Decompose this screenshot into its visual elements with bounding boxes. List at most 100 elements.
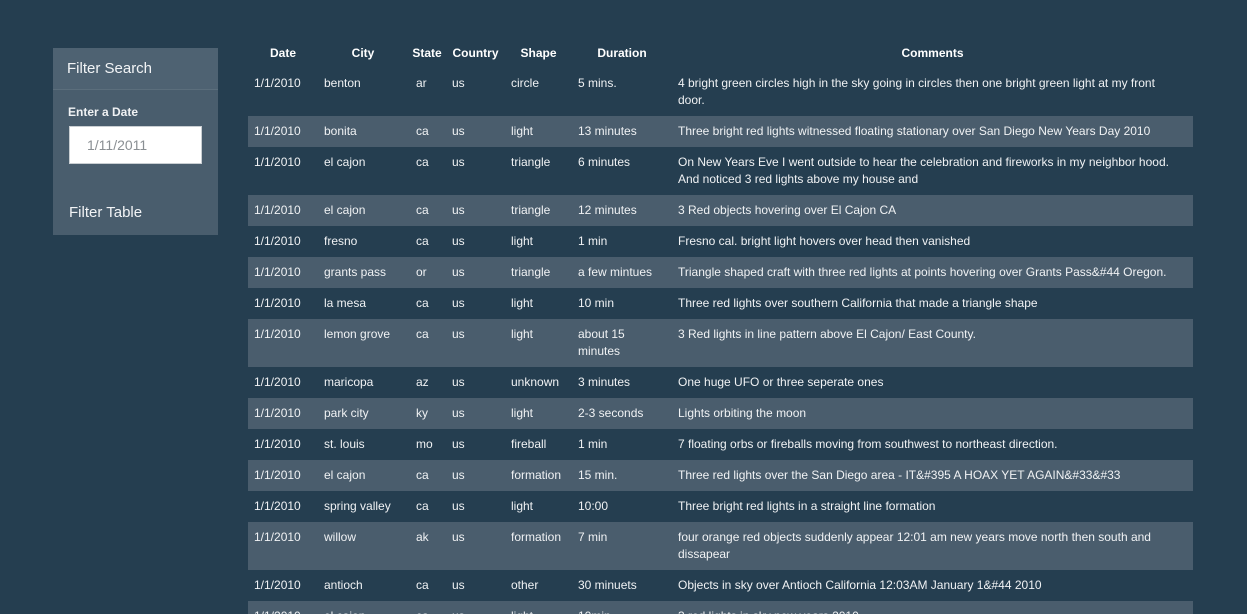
cell-shape: light <box>511 124 534 138</box>
cell-country: us <box>452 499 465 513</box>
cell-date: 1/1/2010 <box>254 124 301 138</box>
cell-comments: Lights orbiting the moon <box>678 406 807 420</box>
cell-comments: 7 floating orbs or fireballs moving from… <box>678 437 1058 451</box>
cell-shape: light <box>511 406 534 420</box>
column-header-date: Date <box>269 46 296 60</box>
cell-country: us <box>452 530 465 544</box>
cell-shape: triangle <box>511 155 551 169</box>
cell-country: us <box>452 437 465 451</box>
table-row: 1/1/2010 st. louis mo us fireball 1 min 7 floa… <box>248 429 1193 460</box>
cell-comments: Three red lights over southern Californi… <box>678 296 1038 310</box>
column-header-state: State <box>412 46 442 60</box>
cell-duration: 3 minutes <box>578 375 631 389</box>
column-header-duration: Duration <box>597 46 647 60</box>
table-row: 1/1/2010 maricopa az us unknown 3 minutes One … <box>248 367 1193 398</box>
cell-country: us <box>452 327 465 341</box>
date-input[interactable] <box>69 126 202 164</box>
cell-date: 1/1/2010 <box>254 265 301 279</box>
cell-comments: On New Years Eve I went outside to hear … <box>678 155 1169 186</box>
cell-city: grants pass <box>324 265 387 279</box>
cell-shape: light <box>505 601 572 614</box>
cell-comments: Triangle shaped craft with three red lig… <box>678 265 1167 279</box>
cell-duration: 5 mins. <box>578 76 617 90</box>
table-row: 1/1/2010 spring valley ca us light 10:00 Three… <box>248 491 1193 522</box>
cell-state: ca <box>416 124 429 138</box>
cell-comments: 3 Red objects hovering over El Cajon CA <box>678 203 897 217</box>
cell-city: la mesa <box>324 296 367 310</box>
column-header-comments: Comments <box>901 46 964 60</box>
cell-city: el cajon <box>324 468 366 482</box>
table-row: 1/1/2010 el cajon ca us triangle 12 minutes 3 … <box>248 195 1193 226</box>
cell-state: ky <box>416 406 428 420</box>
cell-country: us <box>452 296 465 310</box>
cell-city: benton <box>324 76 361 90</box>
cell-state: az <box>416 375 429 389</box>
cell-comments: Three bright red lights witnessed floati… <box>678 124 1151 138</box>
table-row: 1/1/2010 el cajon ca us triangle 6 minutes On … <box>248 147 1193 195</box>
cell-city: el cajon <box>318 601 408 614</box>
cell-date: 1/1/2010 <box>254 375 301 389</box>
cell-date: 1/1/2010 <box>248 601 318 614</box>
filter-panel: Filter Search Enter a Date Filter Table <box>53 48 218 235</box>
cell-date: 1/1/2010 <box>254 234 301 248</box>
cell-comments: four orange red objects suddenly appear … <box>678 530 1151 561</box>
filter-panel-title: Filter Search <box>53 48 218 90</box>
cell-country: us <box>452 234 465 248</box>
cell-state: ca <box>416 155 429 169</box>
table-body: 1/1/2010 benton ar us circle 5 mins. 4 bright … <box>248 68 1193 614</box>
table-row: 1/1/2010el cajoncauslight10min3 red ligh… <box>248 601 1193 614</box>
cell-shape: formation <box>511 468 562 482</box>
cell-comments: 3 red lights in sky new years 2010 <box>672 601 1193 614</box>
cell-duration: 10:00 <box>578 499 609 513</box>
cell-state: ca <box>416 327 429 341</box>
table-row: 1/1/2010 benton ar us circle 5 mins. 4 bright … <box>248 68 1193 116</box>
cell-state: ca <box>416 234 429 248</box>
cell-country: us <box>452 406 465 420</box>
cell-comments: Objects in sky over Antioch California 1… <box>678 578 1042 592</box>
cell-duration: 12 minutes <box>578 203 637 217</box>
cell-shape: triangle <box>511 203 551 217</box>
cell-state: ca <box>416 203 429 217</box>
cell-comments: Fresno cal. bright light hovers over hea… <box>678 234 971 248</box>
cell-comments: 4 bright green circles high in the sky g… <box>678 76 1155 107</box>
cell-date: 1/1/2010 <box>254 578 301 592</box>
table-row: 1/1/2010 willow ak us formation 7 min four ora… <box>248 522 1193 570</box>
ufo-table-container: Date City State Country Shape Duration C… <box>248 38 1193 614</box>
header-row: Date City State Country Shape Duration C… <box>248 38 1193 68</box>
cell-duration: 13 minutes <box>578 124 637 138</box>
filter-table-button[interactable]: Filter Table <box>69 204 142 221</box>
cell-country: us <box>452 265 465 279</box>
cell-shape: circle <box>511 76 540 90</box>
cell-state: ca <box>408 601 446 614</box>
cell-duration: about 15 minutes <box>578 327 625 358</box>
cell-country: us <box>452 468 465 482</box>
column-header-shape: Shape <box>520 46 557 60</box>
cell-state: ca <box>416 296 429 310</box>
column-header-country: Country <box>452 46 499 60</box>
cell-duration: 6 minutes <box>578 155 631 169</box>
cell-date: 1/1/2010 <box>254 406 301 420</box>
cell-city: spring valley <box>324 499 391 513</box>
cell-date: 1/1/2010 <box>254 499 301 513</box>
cell-duration: 10 min <box>578 296 615 310</box>
cell-comments: One huge UFO or three seperate ones <box>678 375 884 389</box>
cell-duration: 1 min <box>578 437 608 451</box>
cell-country: us <box>452 375 465 389</box>
cell-date: 1/1/2010 <box>254 437 301 451</box>
cell-state: ar <box>416 76 427 90</box>
cell-state: mo <box>416 437 433 451</box>
table-row: 1/1/2010 park city ky us light 2-3 seconds Lig… <box>248 398 1193 429</box>
cell-state: ca <box>416 578 429 592</box>
cell-date: 1/1/2010 <box>254 530 301 544</box>
cell-date: 1/1/2010 <box>254 76 301 90</box>
cell-date: 1/1/2010 <box>254 468 301 482</box>
cell-date: 1/1/2010 <box>254 296 301 310</box>
cell-shape: other <box>511 578 539 592</box>
cell-city: fresno <box>324 234 358 248</box>
cell-duration: a few mintues <box>578 265 653 279</box>
cell-city: park city <box>324 406 369 420</box>
cell-city: willow <box>324 530 357 544</box>
cell-shape: fireball <box>511 437 547 451</box>
cell-country: us <box>452 124 465 138</box>
table-header: Date City State Country Shape Duration C… <box>248 38 1193 68</box>
